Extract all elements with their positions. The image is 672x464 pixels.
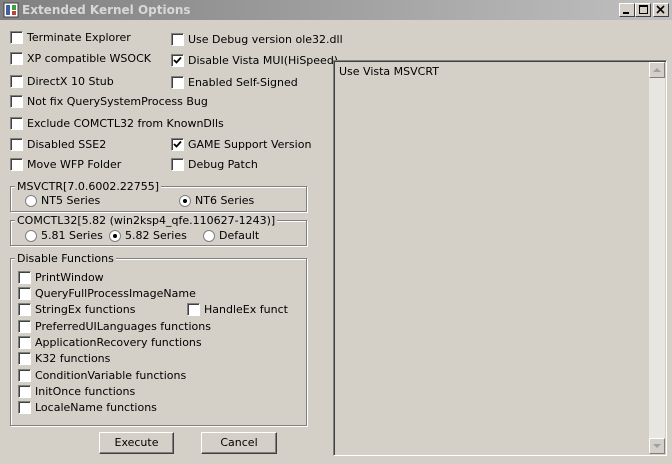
window-title: Extended Kernel Options bbox=[22, 3, 191, 17]
checkbox-label: K32 functions bbox=[35, 352, 111, 365]
radio-label: Default bbox=[219, 229, 260, 242]
execute-button[interactable]: Execute bbox=[99, 432, 174, 454]
kernel-options-app-icon[interactable] bbox=[3, 2, 19, 18]
checkbox-label: Exclude COMCTL32 from KnownDlls bbox=[27, 117, 224, 130]
checkbox-box bbox=[10, 158, 23, 171]
disable-functions-group-label: Disable Functions bbox=[15, 252, 116, 265]
radio-circle bbox=[203, 230, 215, 242]
radio-circle bbox=[109, 230, 121, 242]
checkbox-box bbox=[171, 76, 184, 89]
checkbox-box bbox=[18, 320, 31, 333]
checkbox-box bbox=[171, 158, 184, 171]
checkbox-label: GAME Support Version bbox=[188, 138, 312, 151]
checkmark-icon bbox=[173, 56, 182, 64]
checkbox-box bbox=[18, 401, 31, 414]
checkbox-label: PreferredUILanguages functions bbox=[35, 320, 211, 333]
scroll-down-arrow-icon bbox=[653, 444, 661, 448]
checkbox-box bbox=[171, 138, 184, 151]
checkbox-label: Not fix QuerySystemProcess Bug bbox=[27, 95, 208, 108]
checkmark-icon bbox=[173, 140, 182, 148]
radio-label: NT6 Series bbox=[195, 194, 255, 207]
comctl32-group-label: COMCTL32[5.82 (win2ksp4_qfe.110627-1243)… bbox=[15, 214, 278, 227]
list-item[interactable]: Use Vista MSVCRT bbox=[339, 65, 439, 78]
radio-circle bbox=[179, 195, 191, 207]
checkbox-box bbox=[187, 303, 200, 316]
checkbox-label: InitOnce functions bbox=[35, 385, 136, 398]
checkbox-box bbox=[171, 54, 184, 67]
checkbox-box bbox=[171, 33, 184, 46]
maximize-icon bbox=[639, 5, 648, 14]
checkbox-label: Debug Patch bbox=[188, 158, 258, 171]
close-button[interactable] bbox=[653, 3, 669, 17]
radio-circle bbox=[25, 230, 37, 242]
checkbox-label: LocaleName functions bbox=[35, 401, 157, 414]
checkbox-box bbox=[18, 287, 31, 300]
vertical-scrollbar[interactable] bbox=[649, 62, 665, 454]
checkbox-label: XP compatible WSOCK bbox=[27, 52, 151, 65]
checkbox-label: Disabled SSE2 bbox=[27, 138, 107, 151]
checkbox-box bbox=[18, 385, 31, 398]
msvcrt-group: MSVCTR[7.0.6002.22755] NT5 Series NT6 Se… bbox=[10, 180, 307, 212]
comctl32-group: COMCTL32[5.82 (win2ksp4_qfe.110627-1243)… bbox=[10, 214, 307, 246]
minimize-button[interactable] bbox=[619, 3, 635, 17]
checkbox-label: ApplicationRecovery functions bbox=[35, 336, 202, 349]
checkbox-box bbox=[10, 75, 23, 88]
checkbox-box bbox=[18, 271, 31, 284]
scroll-down-button[interactable] bbox=[649, 438, 665, 454]
radio-dot bbox=[113, 234, 117, 238]
checkbox-box bbox=[10, 117, 23, 130]
checkbox-box bbox=[18, 369, 31, 382]
checkbox-label: StringEx functions bbox=[35, 303, 136, 316]
checkbox-box bbox=[10, 52, 23, 65]
checkbox-label: Disable Vista MUI(HiSpeed) bbox=[188, 54, 339, 67]
checkbox-box bbox=[18, 303, 31, 316]
disable-functions-group: Disable Functions PrintWindow QueryFullPr… bbox=[10, 252, 307, 426]
radio-label: 5.81 Series bbox=[41, 229, 103, 242]
radio-label: 5.82 Series bbox=[125, 229, 187, 242]
maximize-button[interactable] bbox=[635, 3, 651, 17]
radio-circle bbox=[25, 195, 37, 207]
extended-kernel-options-window: Extended Kernel Options Terminate Explor… bbox=[0, 0, 672, 464]
checkbox-label: Move WFP Folder bbox=[27, 158, 122, 171]
checkbox-label: PrintWindow bbox=[35, 271, 104, 284]
checkbox-label: DirectX 10 Stub bbox=[27, 75, 114, 88]
checkbox-box bbox=[18, 352, 31, 365]
checkbox-label: Terminate Explorer bbox=[27, 31, 131, 44]
checkbox-box bbox=[18, 336, 31, 349]
msvcrt-group-label: MSVCTR[7.0.6002.22755] bbox=[15, 180, 162, 193]
options-listbox[interactable]: Use Vista MSVCRT bbox=[333, 60, 667, 456]
checkbox-label: QueryFullProcessImageName bbox=[35, 287, 196, 300]
checkbox-label: Enabled Self-Signed bbox=[188, 76, 298, 89]
scroll-up-button[interactable] bbox=[649, 62, 665, 78]
checkbox-box bbox=[10, 95, 23, 108]
cancel-button[interactable]: Cancel bbox=[201, 432, 277, 454]
checkbox-box bbox=[10, 138, 23, 151]
checkbox-label: HandleEx funct bbox=[204, 303, 288, 316]
radio-dot bbox=[183, 199, 187, 203]
minimize-icon bbox=[623, 12, 629, 14]
checkbox-label: ConditionVariable functions bbox=[35, 369, 187, 382]
radio-label: NT5 Series bbox=[41, 194, 101, 207]
checkbox-label: Use Debug version ole32.dll bbox=[188, 33, 343, 46]
checkbox-box bbox=[10, 31, 23, 44]
title-bar: Extended Kernel Options bbox=[0, 0, 672, 20]
scroll-up-arrow-icon bbox=[653, 68, 661, 72]
close-icon bbox=[656, 5, 665, 14]
